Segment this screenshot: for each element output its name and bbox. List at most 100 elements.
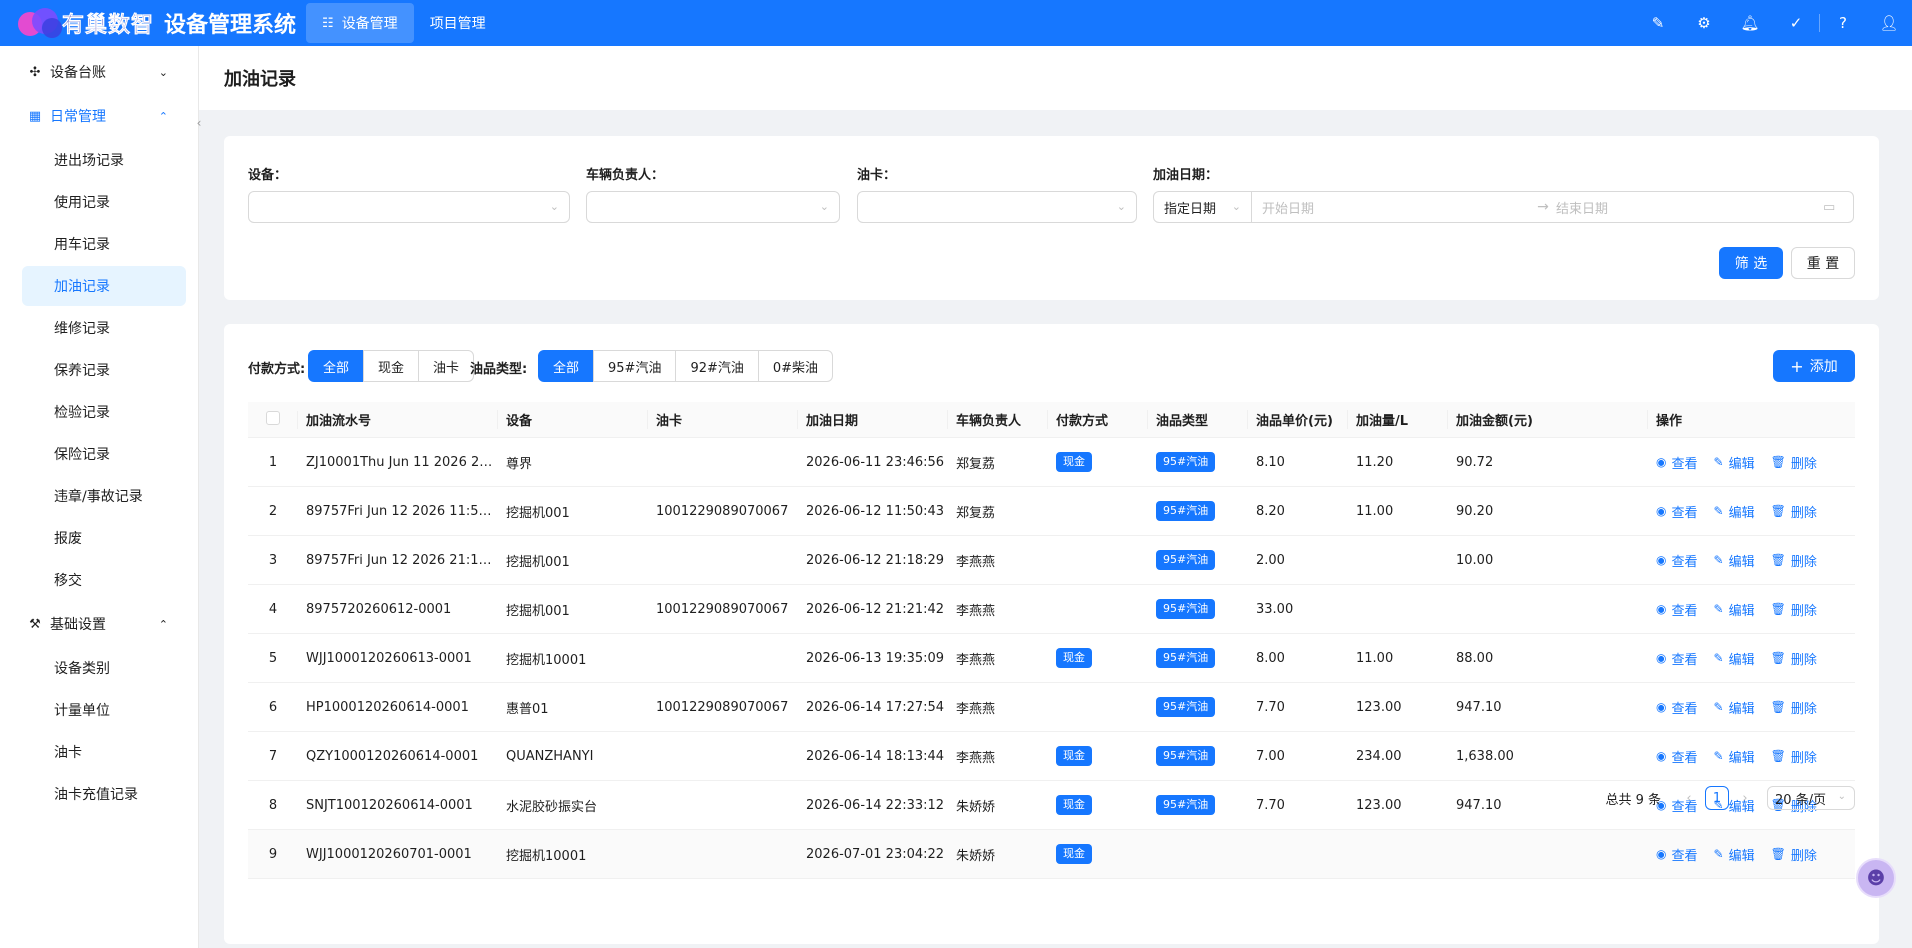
delete-button[interactable]: 🗑︎ 删除 [1771, 600, 1817, 619]
delete-button[interactable]: 🗑︎ 删除 [1771, 502, 1817, 521]
nav-project-management[interactable]: 项目管理 [414, 3, 502, 43]
row-index: 8 [268, 797, 278, 813]
select-all-checkbox[interactable] [265, 410, 280, 425]
device-select[interactable]: ⌄ [248, 191, 570, 223]
sidebar-item-insurance[interactable]: 保险记录 [22, 434, 186, 474]
payment-option-all[interactable]: 全部 [308, 350, 365, 382]
fuel-option-all[interactable]: 全部 [538, 350, 595, 382]
delete-button[interactable]: 🗑︎ 删除 [1771, 649, 1817, 668]
cell-ops: ◉ 查看 ✎ 编辑 🗑︎ 删除 [1648, 845, 1855, 864]
payment-option-card[interactable]: 油卡 [418, 350, 475, 382]
sidebar-item-refuel[interactable]: 加油记录 [22, 266, 186, 306]
sidebar-item-oil-card[interactable]: 油卡 [22, 732, 186, 772]
row-index: 1 [268, 454, 278, 470]
view-button[interactable]: ◉ 查看 [1656, 600, 1698, 619]
col-owner: 车辆负责人 [948, 410, 1048, 429]
nav-device-management[interactable]: ☷ 设备管理 [306, 3, 414, 43]
view-button[interactable]: ◉ 查看 [1656, 698, 1698, 717]
view-button[interactable]: ◉ 查看 [1656, 649, 1698, 668]
prev-page-icon[interactable]: ‹ [1677, 791, 1701, 806]
sidebar-item-repair[interactable]: 维修记录 [22, 308, 186, 348]
app-title: 设备管理系统 [164, 13, 297, 38]
payment-option-cash[interactable]: 现金 [363, 350, 420, 382]
view-button[interactable]: ◉ 查看 [1656, 502, 1698, 521]
gear-icon[interactable]: ⚙ [1681, 0, 1727, 46]
fuel-option-95[interactable]: 95#汽油 [593, 350, 677, 382]
sidebar-item-usage[interactable]: 使用记录 [22, 182, 186, 222]
page-size-select[interactable]: 20 条/页 ⌄ [1767, 786, 1855, 810]
fuel-option-92[interactable]: 92#汽油 [675, 350, 759, 382]
sidebar-item-card-recharge[interactable]: 油卡充值记录 [22, 774, 186, 814]
menu-group-basic-settings[interactable]: ⚒ 基础设置 ⌃ [0, 602, 198, 646]
reset-button[interactable]: 重 置 [1791, 247, 1855, 279]
sidebar-item-maintenance[interactable]: 保养记录 [22, 350, 186, 390]
edit-icon: ✎ [1713, 602, 1724, 616]
sidebar-item-violation[interactable]: 违章/事故记录 [22, 476, 186, 516]
delete-label: 删除 [1790, 505, 1817, 521]
payment-tag: 现金 [1056, 746, 1092, 766]
brush-icon[interactable]: ✎ [1635, 0, 1681, 46]
menu-group-device-ledger[interactable]: ✣ 设备台账 ⌄ [0, 50, 198, 94]
delete-button[interactable]: 🗑︎ 删除 [1771, 698, 1817, 717]
sidebar-item-transfer[interactable]: 移交 [22, 560, 186, 600]
eye-icon: ◉ [1656, 700, 1667, 714]
user-icon[interactable]: 👤︎ [1866, 0, 1912, 46]
date-mode-select[interactable]: 指定日期 ⌄ [1154, 192, 1252, 222]
edit-button[interactable]: ✎ 编辑 [1714, 845, 1755, 864]
filter-button[interactable]: 筛 选 [1719, 247, 1783, 279]
view-button[interactable]: ◉ 查看 [1656, 453, 1698, 472]
edit-button[interactable]: ✎ 编辑 [1714, 698, 1755, 717]
cell-fuel: 95#汽油 [1148, 697, 1248, 717]
edit-button[interactable]: ✎ 编辑 [1714, 600, 1755, 619]
payment-tag: 现金 [1056, 452, 1092, 472]
date-range-picker: 指定日期 ⌄ 开始日期 → 结束日期 ▭ [1153, 191, 1854, 223]
menu-group-daily-management[interactable]: ▦ 日常管理 ⌃ [0, 94, 198, 138]
row-index: 5 [268, 650, 278, 666]
edit-button[interactable]: ✎ 编辑 [1714, 453, 1755, 472]
edit-button[interactable]: ✎ 编辑 [1714, 551, 1755, 570]
delete-button[interactable]: 🗑︎ 删除 [1771, 845, 1817, 864]
table-row: 3 89757Fri Jun 12 2026 21:18:... 挖掘机001 202… [248, 536, 1855, 585]
page-number[interactable]: 1 [1705, 786, 1729, 810]
help-icon[interactable]: ? [1820, 0, 1866, 46]
card-select[interactable]: ⌄ [857, 191, 1137, 223]
start-date-input[interactable]: 开始日期 [1262, 198, 1530, 217]
fuel-option-0[interactable]: 0#柴油 [757, 350, 834, 382]
cell-ops: ◉ 查看 ✎ 编辑 🗑︎ 删除 [1648, 698, 1855, 717]
owner-select[interactable]: ⌄ [586, 191, 840, 223]
edit-button[interactable]: ✎ 编辑 [1714, 502, 1755, 521]
fuel-tag: 95#汽油 [1156, 795, 1216, 815]
sidebar-item-vehicle-use[interactable]: 用车记录 [22, 224, 186, 264]
delete-button[interactable]: 🗑︎ 删除 [1771, 453, 1817, 472]
add-button[interactable]: + 添加 [1773, 350, 1855, 382]
sidebar-item-scrap[interactable]: 报废 [22, 518, 186, 558]
delete-button[interactable]: 🗑︎ 删除 [1771, 551, 1817, 570]
cell-device: 尊界 [506, 456, 533, 472]
sidebar-item-entry-exit[interactable]: 进出场记录 [22, 140, 186, 180]
end-date-input[interactable]: 结束日期 [1556, 198, 1823, 217]
sidebar-item-inspection[interactable]: 检验记录 [22, 392, 186, 432]
device-label: 设备： [248, 168, 288, 183]
card-label: 油卡： [857, 168, 897, 183]
delete-button[interactable]: 🗑︎ 删除 [1771, 747, 1817, 766]
edit-button[interactable]: ✎ 编辑 [1714, 747, 1755, 766]
check-circle-icon[interactable]: ✓ [1773, 0, 1819, 46]
top-bar: 有巢数智 设备管理系统 ☷ 设备管理 项目管理 ✎ ⚙ 🔔︎ ✓ ? 👤︎ [0, 0, 1912, 46]
assistant-avatar-icon[interactable]: ☻ [1856, 858, 1896, 898]
row-actions: ◉ 查看 ✎ 编辑 🗑︎ 删除 [1656, 502, 1855, 521]
next-page-icon[interactable]: › [1733, 791, 1757, 806]
row-actions: ◉ 查看 ✎ 编辑 🗑︎ 删除 [1656, 649, 1855, 668]
sidebar-item-unit[interactable]: 计量单位 [22, 690, 186, 730]
view-button[interactable]: ◉ 查看 [1656, 551, 1698, 570]
cell-owner: 李燕燕 [956, 603, 996, 619]
cell-price: 7.70 [1256, 797, 1285, 813]
calendar-icon[interactable]: ▭ [1823, 200, 1853, 215]
row-actions: ◉ 查看 ✎ 编辑 🗑︎ 删除 [1656, 845, 1855, 864]
sidebar-item-category[interactable]: 设备类别 [22, 648, 186, 688]
edit-button[interactable]: ✎ 编辑 [1714, 649, 1755, 668]
bell-icon[interactable]: 🔔︎ [1727, 0, 1773, 46]
view-label: 查看 [1671, 554, 1698, 570]
view-button[interactable]: ◉ 查看 [1656, 747, 1698, 766]
edit-label: 编辑 [1728, 701, 1755, 717]
view-button[interactable]: ◉ 查看 [1656, 845, 1698, 864]
